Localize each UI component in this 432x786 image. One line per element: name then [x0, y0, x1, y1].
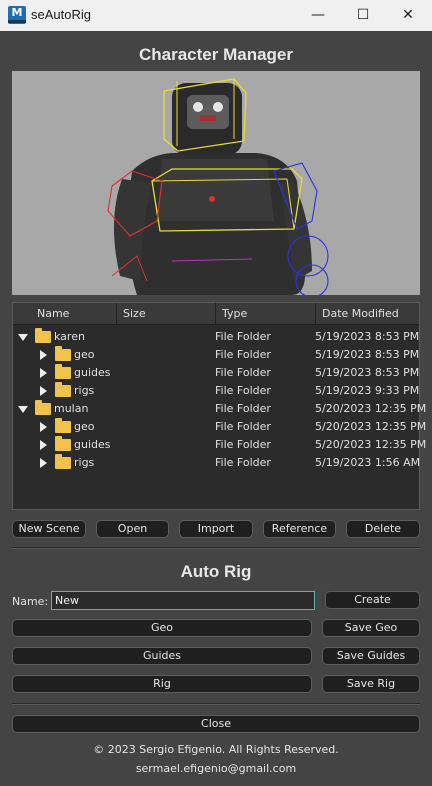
folder-icon [55, 436, 71, 451]
expand-arrow-icon[interactable] [40, 422, 47, 432]
window-titlebar: M seAutoRig — ☐ ✕ [0, 0, 432, 31]
tree-item-type: File Folder [215, 330, 271, 343]
folder-icon [55, 346, 71, 361]
folder-icon [55, 418, 71, 433]
create-button[interactable]: Create [325, 591, 420, 609]
expand-arrow-icon[interactable] [40, 368, 47, 378]
tree-item-date: 5/19/2023 8:53 PM [315, 348, 420, 361]
tree-row[interactable]: karen File Folder 5/19/2023 8:53 PM [13, 328, 419, 346]
character-preview-image [12, 71, 420, 295]
open-button[interactable]: Open [96, 520, 169, 538]
character-tree[interactable]: Name Size Type Date Modified karen File … [12, 302, 426, 510]
tree-row[interactable]: rigs File Folder 5/19/2023 9:33 PM [13, 382, 419, 400]
folder-icon [55, 364, 71, 379]
tree-item-date: 5/20/2023 12:35 PM [315, 402, 427, 415]
geo-button[interactable]: Geo [12, 619, 312, 637]
section-divider [12, 703, 420, 705]
name-label: Name: [12, 595, 49, 608]
email-text: sermael.efigenio@gmail.com [135, 762, 297, 775]
expand-arrow-icon[interactable] [40, 458, 47, 468]
tree-item-date: 5/19/2023 1:56 AM [315, 456, 421, 469]
section-divider [12, 547, 420, 549]
column-header-name[interactable]: Name [13, 303, 117, 325]
tree-item-date: 5/20/2023 12:35 PM [315, 420, 427, 433]
auto-rig-heading: Auto Rig [180, 562, 252, 581]
collapse-arrow-icon[interactable] [18, 334, 28, 341]
tree-row[interactable]: mulan File Folder 5/20/2023 12:35 PM [13, 400, 426, 418]
minimize-icon[interactable]: — [295, 0, 341, 31]
app-icon-letter: M [11, 6, 23, 19]
save-geo-button[interactable]: Save Geo [322, 619, 420, 637]
tree-row[interactable]: geo File Folder 5/20/2023 12:35 PM [13, 418, 426, 436]
tree-item-date: 5/19/2023 8:53 PM [315, 330, 420, 343]
tree-item-name: geo [74, 348, 95, 361]
character-viewport[interactable] [12, 71, 420, 295]
tree-item-date: 5/20/2023 12:35 PM [315, 438, 427, 451]
tree-header: Name Size Type Date Modified [13, 303, 419, 325]
tree-item-name: mulan [54, 402, 89, 415]
tree-item-type: File Folder [215, 384, 271, 397]
window-title: seAutoRig [31, 7, 91, 22]
folder-icon [55, 454, 71, 469]
close-button[interactable]: Close [12, 715, 420, 733]
guides-button[interactable]: Guides [12, 647, 312, 665]
name-input[interactable] [51, 591, 315, 610]
tree-item-type: File Folder [215, 456, 271, 469]
new-scene-button[interactable]: New Scene [12, 520, 86, 538]
save-guides-button[interactable]: Save Guides [322, 647, 420, 665]
tree-row[interactable]: guides File Folder 5/20/2023 12:35 PM [13, 436, 426, 454]
tree-item-date: 5/19/2023 9:33 PM [315, 384, 420, 397]
folder-icon [35, 328, 51, 343]
tree-item-type: File Folder [215, 348, 271, 361]
expand-arrow-icon[interactable] [40, 440, 47, 450]
folder-icon [55, 382, 71, 397]
column-header-date-modified[interactable]: Date Modified [316, 303, 419, 325]
tree-row[interactable]: geo File Folder 5/19/2023 8:53 PM [13, 346, 419, 364]
tree-item-name: rigs [74, 384, 95, 397]
tree-item-date: 5/19/2023 8:53 PM [315, 366, 420, 379]
delete-button[interactable]: Delete [346, 520, 420, 538]
tree-item-name: rigs [74, 456, 95, 469]
copyright-text: © 2023 Sergio Efigenio. All Rights Reser… [93, 743, 339, 756]
tree-item-type: File Folder [215, 402, 271, 415]
maximize-icon[interactable]: ☐ [340, 0, 386, 31]
app-icon: M [8, 6, 26, 24]
tree-row[interactable]: rigs File Folder 5/19/2023 1:56 AM [13, 454, 421, 472]
tree-item-type: File Folder [215, 420, 271, 433]
expand-arrow-icon[interactable] [40, 386, 47, 396]
tree-item-name: guides [74, 366, 111, 379]
column-header-type[interactable]: Type [216, 303, 316, 325]
expand-arrow-icon[interactable] [40, 350, 47, 360]
tree-item-name: guides [74, 438, 111, 451]
import-button[interactable]: Import [179, 520, 253, 538]
collapse-arrow-icon[interactable] [18, 406, 28, 413]
tree-item-type: File Folder [215, 366, 271, 379]
column-header-size[interactable]: Size [117, 303, 216, 325]
save-rig-button[interactable]: Save Rig [322, 675, 420, 693]
reference-button[interactable]: Reference [263, 520, 336, 538]
tree-item-type: File Folder [215, 438, 271, 451]
tree-item-name: karen [54, 330, 85, 343]
folder-icon [35, 400, 51, 415]
close-icon[interactable]: ✕ [385, 0, 431, 31]
tree-item-name: geo [74, 420, 95, 433]
tree-row[interactable]: guides File Folder 5/19/2023 8:53 PM [13, 364, 419, 382]
character-manager-heading: Character Manager [138, 45, 293, 64]
rig-button[interactable]: Rig [12, 675, 312, 693]
